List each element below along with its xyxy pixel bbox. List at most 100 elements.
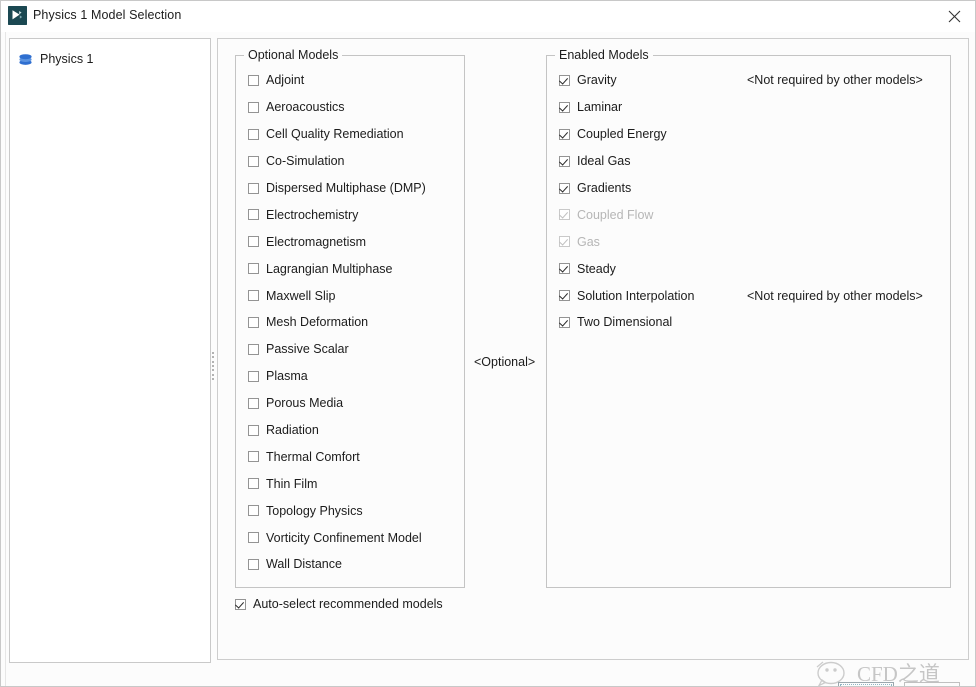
model-label: Adjoint xyxy=(266,73,305,88)
model-label: Dispersed Multiphase (DMP) xyxy=(266,181,426,195)
physics-continuum-icon xyxy=(18,52,33,67)
tree-item-label: Physics 1 xyxy=(40,52,94,66)
auto-select-label: Auto-select recommended models xyxy=(253,597,443,611)
model-checkbox-row[interactable]: Maxwell Slip xyxy=(236,282,464,309)
star-ccm-app-icon xyxy=(8,6,27,25)
model-label: Mesh Deformation xyxy=(266,315,369,330)
model-checkbox-row[interactable]: Thermal Comfort xyxy=(236,443,464,470)
model-checkbox-row[interactable]: Electrochemistry xyxy=(236,201,464,228)
model-label: Passive Scalar xyxy=(266,342,349,357)
model-checkbox-row[interactable]: Co-Simulation xyxy=(236,148,464,175)
checkbox-indicator xyxy=(559,155,570,167)
model-checkbox-row[interactable]: Wall Distance xyxy=(236,551,464,578)
checkbox-indicator xyxy=(248,155,259,167)
model-label: Electrochemistry xyxy=(266,207,359,222)
model-checkbox-row[interactable]: Laminar xyxy=(547,94,950,121)
model-requirement-note: <Not required by other models> xyxy=(747,288,923,303)
optional-tag-label: <Optional> xyxy=(474,355,536,369)
model-selection-dialog: Physics 1 Model Selection Physics 1 Opti… xyxy=(0,0,976,687)
checkbox-indicator xyxy=(559,209,570,221)
checkbox-indicator xyxy=(235,598,246,610)
model-label: Aeroacoustics xyxy=(266,100,345,115)
model-checkbox-row[interactable]: Adjoint xyxy=(236,67,464,94)
checkbox-indicator xyxy=(248,236,259,248)
checkbox-indicator xyxy=(248,478,259,490)
checkbox-indicator xyxy=(559,74,570,86)
checkbox-indicator xyxy=(559,128,570,140)
optional-models-group: Optional Models Adjoint Aeroacoustics Cell… xyxy=(235,48,465,588)
model-requirement-note: <Not required by other models> xyxy=(747,73,923,88)
model-checkbox-row[interactable]: Aeroacoustics xyxy=(236,94,464,121)
checkbox-indicator xyxy=(248,370,259,382)
model-checkbox-row[interactable]: Porous Media xyxy=(236,390,464,417)
checkbox-indicator xyxy=(248,101,259,113)
model-label: Maxwell Slip xyxy=(266,288,336,303)
model-checkbox-row[interactable]: Topology Physics xyxy=(236,497,464,524)
model-checkbox-row[interactable]: Steady xyxy=(547,255,950,282)
checkbox-indicator xyxy=(559,182,570,194)
model-label: Topology Physics xyxy=(266,503,363,518)
checkbox-indicator xyxy=(248,505,259,517)
model-label: Vorticity Confinement Model xyxy=(266,530,422,545)
enabled-models-list: Gravity <Not required by other models> Lam… xyxy=(547,67,950,336)
model-checkbox-row[interactable]: Gravity <Not required by other models> xyxy=(547,67,950,94)
model-label: Laminar xyxy=(577,100,623,115)
left-edge-stripe xyxy=(1,32,6,686)
model-label: Solution Interpolation xyxy=(577,288,695,303)
model-label: Thin Film xyxy=(266,476,318,491)
model-checkbox-row[interactable]: Dispersed Multiphase (DMP) xyxy=(236,175,464,202)
physics-tree-panel: Physics 1 xyxy=(9,38,211,663)
model-label: Radiation xyxy=(266,423,319,438)
checkbox-indicator xyxy=(248,451,259,463)
model-label: Ideal Gas xyxy=(577,154,631,169)
model-label: Thermal Comfort xyxy=(266,449,360,464)
checkbox-indicator xyxy=(248,424,259,436)
model-selection-panel: Optional Models Adjoint Aeroacoustics Cell… xyxy=(217,38,969,660)
enabled-models-group: Enabled Models Gravity <Not required by o… xyxy=(546,48,951,588)
model-checkbox-row[interactable]: Vorticity Confinement Model xyxy=(236,524,464,551)
model-checkbox-row[interactable]: Coupled Energy xyxy=(547,121,950,148)
checkbox-indicator xyxy=(559,236,570,248)
model-checkbox-row[interactable]: Two Dimensional xyxy=(547,309,950,336)
model-checkbox-row[interactable]: Cell Quality Remediation xyxy=(236,121,464,148)
checkbox-indicator xyxy=(248,182,259,194)
model-checkbox-row[interactable]: Solution Interpolation <Not required by o… xyxy=(547,282,950,309)
checkbox-indicator xyxy=(248,316,259,328)
model-label: Two Dimensional xyxy=(577,315,673,330)
checkbox-indicator xyxy=(248,209,259,221)
checkbox-indicator xyxy=(248,263,259,275)
model-checkbox-row[interactable]: Passive Scalar xyxy=(236,336,464,363)
model-label: Steady xyxy=(577,261,616,276)
checkbox-indicator xyxy=(248,343,259,355)
enabled-models-title: Enabled Models xyxy=(555,48,653,62)
tree-item-physics-1[interactable]: Physics 1 xyxy=(18,49,94,69)
checkbox-indicator xyxy=(248,397,259,409)
checkbox-indicator xyxy=(248,558,259,570)
checkbox-indicator xyxy=(248,532,259,544)
model-checkbox-row[interactable]: Radiation xyxy=(236,417,464,444)
auto-select-recommended-checkbox[interactable]: Auto-select recommended models xyxy=(235,597,443,611)
model-checkbox-row[interactable]: Plasma xyxy=(236,363,464,390)
checkbox-indicator xyxy=(248,290,259,302)
model-checkbox-row[interactable]: Gradients xyxy=(547,175,950,202)
model-label: Gradients xyxy=(577,181,632,195)
model-label: Plasma xyxy=(266,369,308,384)
close-icon[interactable] xyxy=(931,1,975,31)
model-label: Cell Quality Remediation xyxy=(266,127,404,142)
panel-splitter[interactable] xyxy=(210,352,216,380)
optional-models-title: Optional Models xyxy=(244,48,343,62)
model-checkbox-row[interactable]: Ideal Gas xyxy=(547,148,950,175)
model-label: Co-Simulation xyxy=(266,154,345,169)
model-checkbox-row[interactable]: Mesh Deformation xyxy=(236,309,464,336)
model-checkbox-row[interactable]: Electromagnetism xyxy=(236,228,464,255)
model-label: Coupled Energy xyxy=(577,127,667,142)
model-label: Coupled Flow xyxy=(577,207,654,222)
model-label: Gravity xyxy=(577,73,617,88)
model-checkbox-row[interactable]: Lagrangian Multiphase xyxy=(236,255,464,282)
model-checkbox-row[interactable]: Thin Film xyxy=(236,470,464,497)
help-button[interactable]: Help xyxy=(904,682,960,686)
close-button[interactable]: Close xyxy=(838,682,894,686)
optional-models-list: Adjoint Aeroacoustics Cell Quality Remedia… xyxy=(236,67,464,578)
model-checkbox-row: Gas xyxy=(547,228,950,255)
checkbox-indicator xyxy=(248,74,259,86)
